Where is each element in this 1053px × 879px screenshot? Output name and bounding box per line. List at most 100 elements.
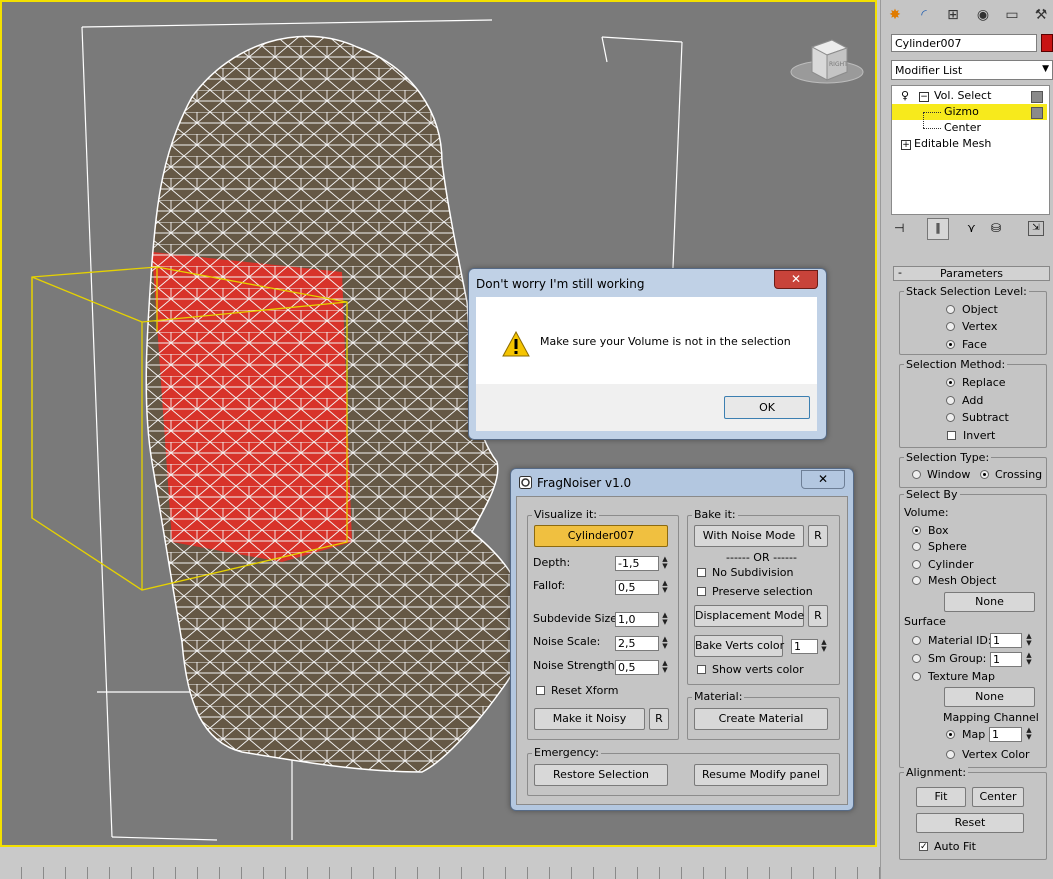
create-icon[interactable]: ✸ [884, 4, 906, 26]
radio-label: Window [927, 468, 971, 481]
spinner-arrows-icon[interactable]: ▲ ▼ [661, 556, 669, 571]
create-material-button[interactable]: Create Material [694, 708, 828, 730]
spinner-arrows-icon[interactable]: ▲ ▼ [661, 580, 669, 595]
modify-icon[interactable]: ◜ [913, 4, 935, 26]
spinner-arrows-icon[interactable]: ▲ ▼ [661, 660, 669, 675]
radio-object[interactable] [946, 305, 955, 314]
configure-modifier-sets-icon[interactable]: ⇲ [1028, 221, 1044, 236]
parameters-rollout-header[interactable]: - Parameters [893, 266, 1050, 281]
resume-modify-panel-button[interactable]: Resume Modify panel [694, 764, 828, 786]
depth-label: Depth: [533, 556, 571, 569]
group-title: Select By [904, 488, 960, 501]
radio-vertex-color[interactable] [946, 750, 955, 759]
dialog-footer: OK [476, 384, 817, 431]
falloff-spinner[interactable]: 0,5 [615, 580, 659, 595]
displacement-mode-button[interactable]: Displacement Mode [694, 605, 804, 627]
invert-checkbox[interactable] [947, 431, 956, 440]
stack-item-label: Gizmo [944, 105, 979, 118]
close-button[interactable]: ✕ [774, 270, 818, 289]
display-icon[interactable]: ▭ [1001, 4, 1023, 26]
show-end-result-icon[interactable]: ‖ [927, 218, 949, 240]
reset-displacement-button[interactable]: R [808, 605, 828, 627]
radio-map[interactable] [946, 730, 955, 739]
map-channel-spinner[interactable]: 1 [989, 727, 1022, 742]
make-unique-icon[interactable]: ⋎ [967, 221, 976, 235]
radio-mesh-object[interactable] [912, 576, 921, 585]
collapse-icon[interactable]: − [919, 92, 929, 102]
radio-box[interactable] [912, 526, 921, 535]
radio-crossing[interactable] [980, 470, 989, 479]
object-name-field[interactable]: Cylinder007 [891, 34, 1037, 52]
reset-xform-checkbox[interactable] [536, 686, 545, 695]
stack-item-gizmo[interactable]: Gizmo [892, 104, 1047, 120]
modifier-stack[interactable]: ♀ − Vol. Select Gizmo Center + Editable … [891, 85, 1050, 215]
pin-stack-icon[interactable]: ⊣ [894, 221, 904, 235]
noise-scale-spinner[interactable]: 2,5 [615, 636, 659, 651]
object-color-swatch[interactable] [1041, 34, 1053, 52]
stack-item-vol-select[interactable]: ♀ − Vol. Select [892, 88, 1047, 104]
center-button[interactable]: Center [972, 787, 1024, 807]
reset-button[interactable]: Reset [916, 813, 1024, 833]
hierarchy-icon[interactable]: ⊞ [942, 4, 964, 26]
checkbox-label: Reset Xform [551, 684, 619, 697]
reset-noisy-button[interactable]: R [649, 708, 669, 730]
expand-icon[interactable]: + [901, 140, 911, 150]
falloff-label: Fallof: [533, 579, 566, 592]
material-id-spinner[interactable]: 1 [990, 633, 1022, 648]
radio-add[interactable] [946, 396, 955, 405]
fit-button[interactable]: Fit [916, 787, 966, 807]
pick-object-button[interactable]: Cylinder007 [534, 525, 668, 547]
bake-verts-spinner[interactable]: 1 [791, 639, 818, 654]
radio-subtract[interactable] [946, 413, 955, 422]
fragnoiser-content: Visualize it: Cylinder007 Depth: -1,5 ▲ ▼… [516, 496, 848, 805]
no-subdivision-checkbox[interactable] [697, 568, 706, 577]
depth-spinner[interactable]: -1,5 [615, 556, 659, 571]
subdivide-size-spinner[interactable]: 1,0 [615, 612, 659, 627]
spinner-arrows-icon[interactable]: ▲ ▼ [820, 639, 828, 654]
remove-modifier-icon[interactable]: ⛁ [991, 221, 1001, 235]
close-button[interactable]: ✕ [801, 470, 845, 489]
spinner-arrows-icon[interactable]: ▲ ▼ [661, 612, 669, 627]
spinner-arrows-icon[interactable]: ▲ ▼ [1025, 633, 1033, 648]
sm-group-spinner[interactable]: 1 [990, 652, 1022, 667]
modifier-toggle-icon[interactable] [1031, 107, 1043, 119]
spinner-arrows-icon[interactable]: ▲ ▼ [1025, 727, 1033, 742]
utilities-icon[interactable]: ⚒ [1030, 4, 1052, 26]
spinner-arrows-icon[interactable]: ▲ ▼ [1025, 652, 1033, 667]
pick-mesh-object-button[interactable]: None [944, 592, 1035, 612]
restore-selection-button[interactable]: Restore Selection [534, 764, 668, 786]
show-verts-color-checkbox[interactable] [697, 665, 706, 674]
warning-icon [502, 331, 530, 357]
modifier-toggle-icon[interactable] [1031, 91, 1043, 103]
radio-material-id[interactable] [912, 636, 921, 645]
radio-sm-group[interactable] [912, 654, 921, 663]
spinner-arrows-icon[interactable]: ▲ ▼ [661, 636, 669, 651]
viewcube[interactable]: RIGHT [790, 39, 864, 84]
radio-replace[interactable] [946, 378, 955, 387]
reset-noise-mode-button[interactable]: R [808, 525, 828, 547]
make-it-noisy-button[interactable]: Make it Noisy [534, 708, 645, 730]
radio-label: Cylinder [928, 558, 974, 571]
stack-item-editable-mesh[interactable]: + Editable Mesh [892, 136, 1047, 152]
ok-button[interactable]: OK [724, 396, 810, 419]
noise-strength-spinner[interactable]: 0,5 [615, 660, 659, 675]
radio-sphere[interactable] [912, 542, 921, 551]
bake-verts-color-button[interactable]: Bake Verts color [694, 635, 784, 657]
motion-icon[interactable]: ◉ [972, 4, 994, 26]
radio-window[interactable] [912, 470, 921, 479]
group-title: Visualize it: [532, 508, 600, 521]
radio-cylinder[interactable] [912, 560, 921, 569]
timeline-ruler[interactable] [0, 847, 880, 879]
modifier-list-dropdown[interactable]: Modifier List ▼ [891, 60, 1053, 80]
pick-texture-map-button[interactable]: None [944, 687, 1035, 707]
preserve-selection-checkbox[interactable] [697, 587, 706, 596]
lightbulb-icon[interactable]: ♀ [901, 88, 909, 104]
radio-label: Add [962, 394, 984, 407]
group-title: Selection Method: [904, 358, 1008, 371]
radio-vertex[interactable] [946, 322, 955, 331]
stack-item-center[interactable]: Center [892, 112, 1047, 136]
auto-fit-checkbox[interactable]: ✓ [919, 842, 928, 852]
with-noise-mode-button[interactable]: With Noise Mode [694, 525, 804, 547]
radio-texture-map[interactable] [912, 672, 921, 681]
radio-face[interactable] [946, 340, 955, 349]
